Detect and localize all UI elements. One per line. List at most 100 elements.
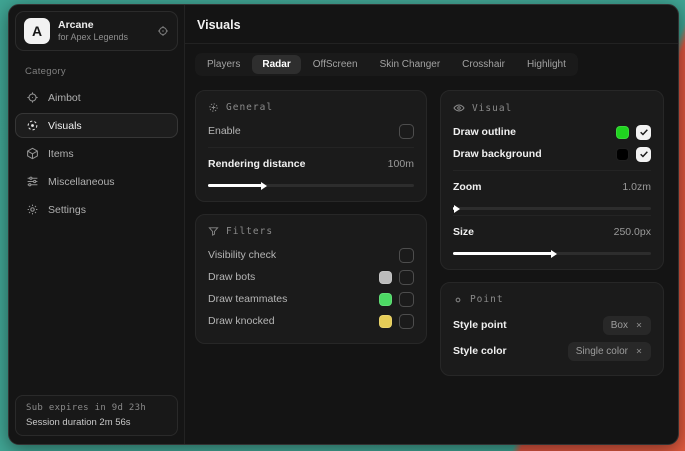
divider bbox=[453, 215, 651, 216]
sidebar-nav: Aimbot Visuals Items bbox=[15, 85, 178, 222]
check-icon bbox=[639, 127, 649, 137]
rendering-distance-slider[interactable] bbox=[208, 184, 414, 187]
filters-card: Filters Visibility check bbox=[195, 214, 427, 344]
tab-offscreen[interactable]: OffScreen bbox=[303, 55, 368, 74]
tab-highlight[interactable]: Highlight bbox=[517, 55, 576, 74]
style-point-row: Style point Box bbox=[453, 312, 651, 338]
draw-background-row: Draw background bbox=[453, 143, 651, 165]
draw-knocked-row: Draw knocked bbox=[208, 310, 414, 332]
enable-checkbox[interactable] bbox=[399, 124, 414, 139]
draw-outline-color-swatch[interactable] bbox=[616, 126, 629, 139]
sidebar-item-settings[interactable]: Settings bbox=[15, 197, 178, 222]
sidebar-item-label: Settings bbox=[48, 204, 86, 216]
draw-teammates-row: Draw teammates bbox=[208, 288, 414, 310]
sliders-icon bbox=[26, 175, 39, 188]
visual-title: Visual bbox=[472, 103, 512, 114]
check-icon bbox=[639, 149, 649, 159]
main-panel: Visuals Players Radar OffScreen Skin Cha… bbox=[185, 5, 678, 444]
sidebar-item-miscellaneous[interactable]: Miscellaneous bbox=[15, 169, 178, 194]
enable-label: Enable bbox=[208, 125, 241, 137]
slider-fill bbox=[453, 252, 552, 255]
draw-bots-checkbox[interactable] bbox=[399, 270, 414, 285]
tab-bar: Players Radar OffScreen Skin Changer Cro… bbox=[195, 53, 578, 76]
point-card: Point Style point Box bbox=[440, 282, 664, 376]
draw-knocked-checkbox[interactable] bbox=[399, 314, 414, 329]
size-row: Size 250.0px bbox=[453, 221, 651, 243]
point-card-header: Point bbox=[453, 294, 651, 305]
general-title: General bbox=[226, 102, 273, 113]
gear-icon bbox=[26, 203, 39, 216]
page-title: Visuals bbox=[197, 18, 662, 32]
sidebar-item-items[interactable]: Items bbox=[15, 141, 178, 166]
focus-icon bbox=[208, 102, 219, 113]
draw-background-color-swatch[interactable] bbox=[616, 148, 629, 161]
rendering-distance-value: 100m bbox=[388, 158, 414, 170]
draw-teammates-checkbox[interactable] bbox=[399, 292, 414, 307]
point-icon bbox=[453, 295, 463, 305]
general-card: General Enable bbox=[195, 90, 427, 202]
draw-teammates-color-swatch[interactable] bbox=[379, 293, 392, 306]
tab-radar[interactable]: Radar bbox=[252, 55, 300, 74]
eye-icon bbox=[453, 102, 465, 114]
zoom-slider[interactable] bbox=[453, 207, 651, 210]
subscription-info: Sub expires in 9d 23h Session duration 2… bbox=[15, 395, 178, 436]
visual-card: Visual Draw outline bbox=[440, 90, 664, 270]
divider bbox=[453, 170, 651, 171]
style-point-select[interactable]: Box bbox=[603, 316, 651, 335]
visibility-check-row: Visibility check bbox=[208, 244, 414, 266]
draw-background-label: Draw background bbox=[453, 148, 542, 160]
tab-crosshair[interactable]: Crosshair bbox=[452, 55, 515, 74]
category-label: Category bbox=[25, 66, 168, 77]
size-value: 250.0px bbox=[614, 226, 651, 238]
zoom-row: Zoom 1.0zm bbox=[453, 176, 651, 198]
draw-teammates-label: Draw teammates bbox=[208, 293, 287, 305]
session-duration-text: Session duration 2m 56s bbox=[26, 417, 167, 428]
right-column: Visual Draw outline bbox=[440, 90, 664, 376]
clear-x-icon[interactable] bbox=[635, 321, 643, 329]
rendering-distance-label: Rendering distance bbox=[208, 158, 305, 170]
slider-fill bbox=[453, 207, 455, 210]
tab-skin-changer[interactable]: Skin Changer bbox=[370, 55, 451, 74]
draw-outline-label: Draw outline bbox=[453, 126, 516, 138]
sidebar-item-label: Aimbot bbox=[48, 92, 81, 104]
filters-card-header: Filters bbox=[208, 226, 414, 237]
style-color-row: Style color Single color bbox=[453, 338, 651, 364]
rendering-distance-row: Rendering distance 100m bbox=[208, 153, 414, 175]
draw-bots-row: Draw bots bbox=[208, 266, 414, 288]
clear-x-icon[interactable] bbox=[635, 347, 643, 355]
sidebar-item-label: Items bbox=[48, 148, 74, 160]
draw-outline-checkbox[interactable] bbox=[636, 125, 651, 140]
style-color-select[interactable]: Single color bbox=[568, 342, 651, 361]
zoom-value: 1.0zm bbox=[622, 181, 651, 193]
app-header-text: Arcane for Apex Legends bbox=[58, 19, 128, 43]
funnel-icon bbox=[208, 226, 219, 237]
size-slider[interactable] bbox=[453, 252, 651, 255]
app-logo-letter: A bbox=[32, 23, 42, 39]
zoom-label: Zoom bbox=[453, 181, 482, 193]
style-point-value: Box bbox=[611, 320, 628, 331]
target-icon[interactable] bbox=[157, 25, 169, 37]
general-card-header: General bbox=[208, 102, 414, 113]
tab-players[interactable]: Players bbox=[197, 55, 250, 74]
sidebar-item-aimbot[interactable]: Aimbot bbox=[15, 85, 178, 110]
sidebar-item-label: Visuals bbox=[48, 120, 82, 132]
style-point-label: Style point bbox=[453, 319, 507, 331]
app-header: A Arcane for Apex Legends bbox=[15, 11, 178, 51]
crosshair-icon bbox=[26, 91, 39, 104]
sub-expires-text: Sub expires in 9d 23h bbox=[26, 403, 167, 413]
sidebar-item-visuals[interactable]: Visuals bbox=[15, 113, 178, 138]
style-color-value: Single color bbox=[576, 346, 628, 357]
radar-scan-icon bbox=[26, 119, 39, 132]
visual-card-header: Visual bbox=[453, 102, 651, 114]
filters-title: Filters bbox=[226, 226, 273, 237]
enable-row: Enable bbox=[208, 120, 414, 142]
draw-background-checkbox[interactable] bbox=[636, 147, 651, 162]
draw-outline-row: Draw outline bbox=[453, 121, 651, 143]
divider bbox=[208, 147, 414, 148]
draw-knocked-color-swatch[interactable] bbox=[379, 315, 392, 328]
draw-bots-color-swatch[interactable] bbox=[379, 271, 392, 284]
visibility-check-checkbox[interactable] bbox=[399, 248, 414, 263]
sidebar: A Arcane for Apex Legends Category bbox=[9, 5, 185, 444]
cube-icon bbox=[26, 147, 39, 160]
point-title: Point bbox=[470, 294, 504, 305]
